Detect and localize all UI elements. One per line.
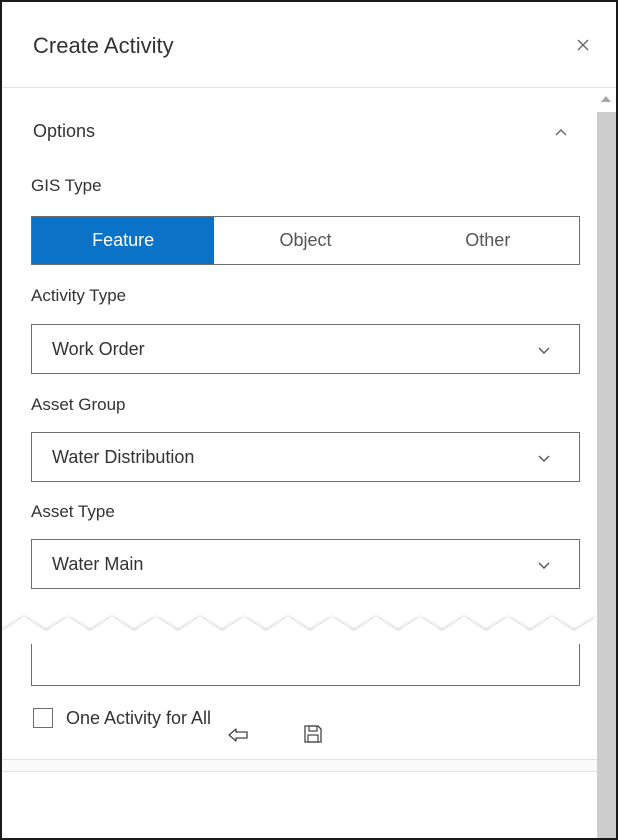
chevron-down-icon [538,562,550,569]
asset-group-value: Water Distribution [52,447,195,467]
template-select-partial[interactable] [31,644,580,686]
segment-feature[interactable]: Feature [32,217,215,264]
one-activity-checkbox[interactable] [33,708,53,728]
one-activity-checkbox-row[interactable]: One Activity for All [33,705,211,731]
chevron-down-icon [538,347,550,354]
section-title-options: Options [33,121,96,141]
activity-type-select[interactable]: Work Order [31,324,580,374]
back-arrow-icon[interactable] [227,727,249,743]
footer-divider [2,759,597,772]
asset-group-select[interactable]: Water Distribution [31,432,580,482]
create-activity-panel: Create Activity Options GIS Type Feature… [0,0,618,840]
one-activity-label: One Activity for All [66,707,212,728]
panel-header: Create Activity [2,2,616,88]
scroll-thumb[interactable] [597,112,616,838]
segment-other[interactable]: Other [397,217,579,264]
panel-title: Create Activity [33,33,174,58]
activity-type-label: Activity Type [31,286,127,305]
scroll-up-arrow-icon[interactable] [601,96,611,102]
gis-type-toggle: Feature Object Other [31,216,580,265]
asset-type-select[interactable]: Water Main [31,539,580,589]
chevron-down-icon [538,455,550,462]
activity-type-value: Work Order [52,339,145,359]
close-icon[interactable] [574,36,592,54]
gis-type-label: GIS Type [31,176,102,195]
panel-content: Options GIS Type Feature Object Other Ac… [2,90,597,838]
asset-type-label: Asset Type [31,502,115,521]
scrollbar[interactable] [597,90,616,838]
save-icon[interactable] [303,724,323,744]
chevron-up-icon[interactable] [554,127,568,137]
asset-group-label: Asset Group [31,395,126,414]
segment-object[interactable]: Object [214,217,396,264]
asset-type-value: Water Main [52,554,144,574]
